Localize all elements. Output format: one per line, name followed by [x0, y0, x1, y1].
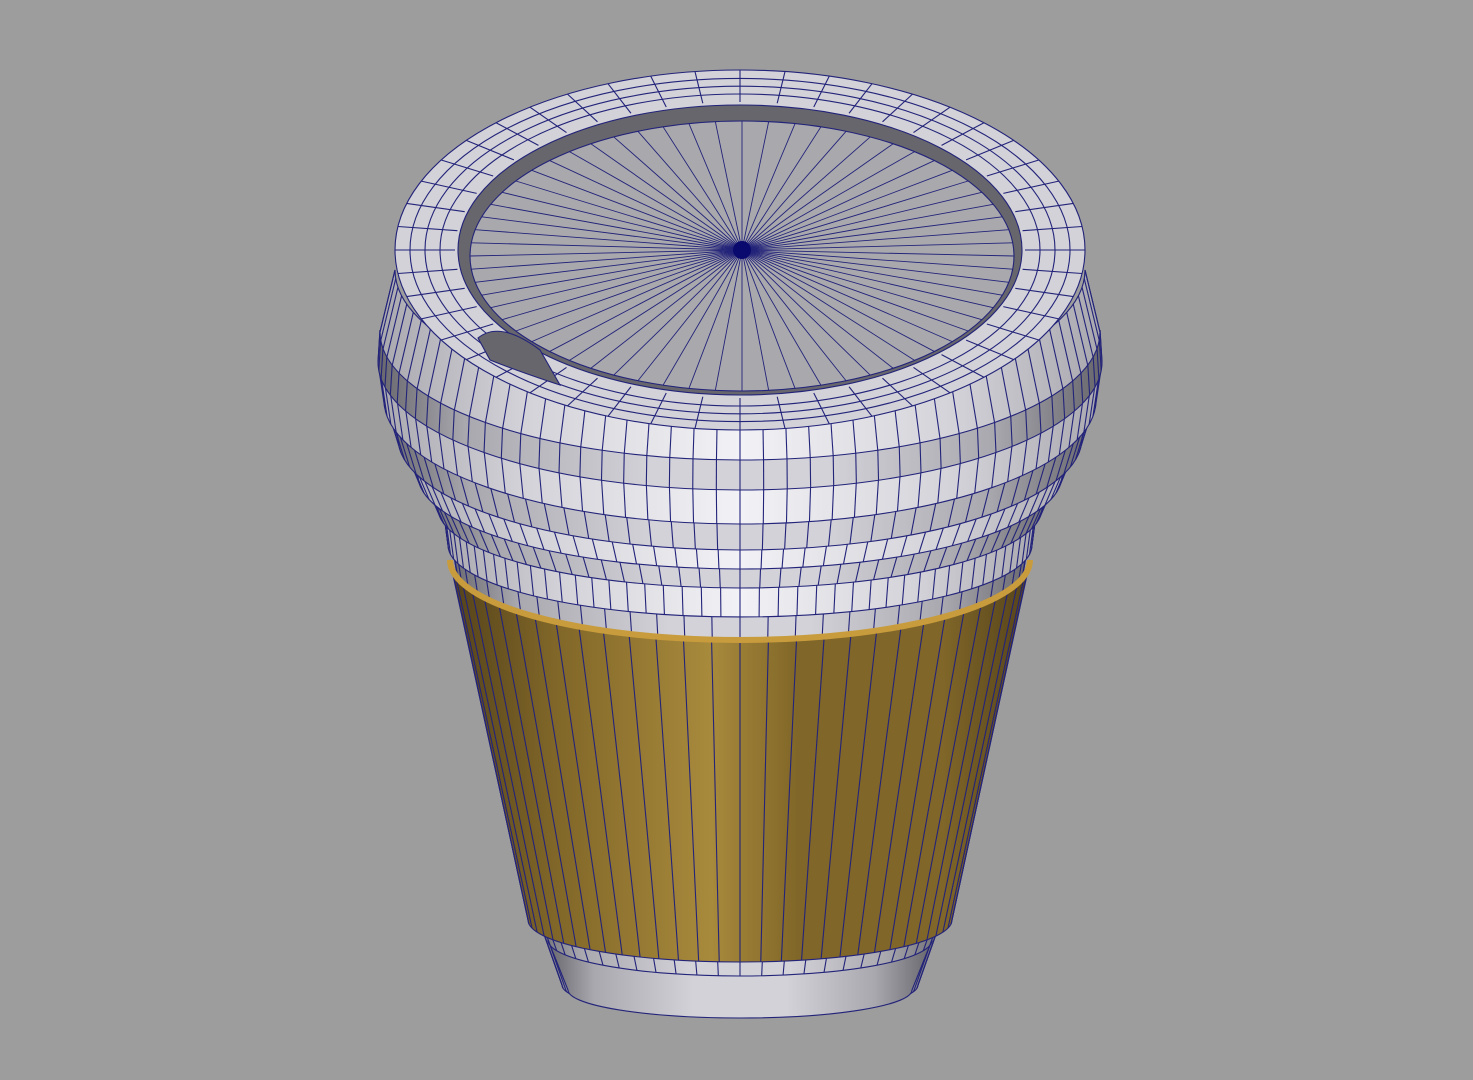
lid-band-5-edge: [600, 448, 603, 481]
lid-center-pole: [733, 241, 751, 259]
lid-band-5-edge: [623, 451, 625, 484]
lid-band-4-edge: [692, 486, 695, 523]
lid-band-5-edge: [645, 453, 648, 486]
lid-band-5-edge: [855, 451, 857, 484]
lid-band-5-edge: [832, 453, 835, 486]
lid-band-5-edge: [877, 448, 880, 481]
3d-viewport[interactable]: [0, 0, 1473, 1080]
lid-band-4-edge: [785, 486, 788, 523]
coffee-cup-mesh[interactable]: [0, 0, 1473, 1080]
